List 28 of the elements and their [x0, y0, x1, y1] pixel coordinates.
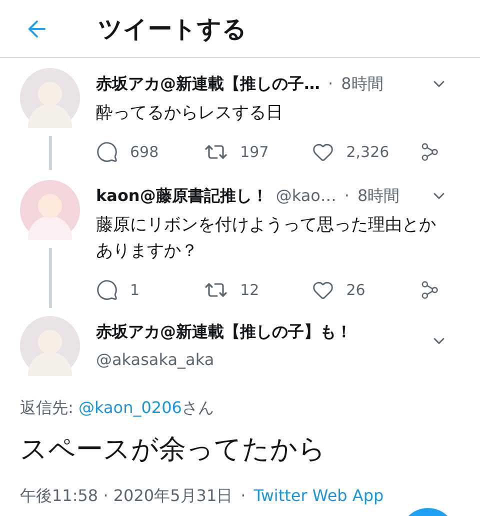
like-count: 26	[346, 280, 366, 301]
reply-count: 1	[130, 280, 140, 301]
share-icon[interactable]	[420, 280, 440, 300]
reply-icon[interactable]	[96, 141, 118, 163]
tweet-text: 藤原にリボンを付けようって思った理由とかありますか？	[96, 214, 437, 263]
retweet-count: 12	[240, 280, 260, 301]
tweet-time: 8時間	[358, 185, 400, 207]
separator-dot: ·	[240, 485, 246, 507]
page-title: ツイートする	[98, 14, 247, 44]
heart-icon[interactable]	[312, 141, 334, 163]
tweet-timestamp: 午後11:58 · 2020年5月31日	[20, 485, 233, 507]
reply-count: 698	[130, 142, 159, 163]
reply-icon[interactable]	[96, 279, 118, 301]
heart-icon[interactable]	[312, 279, 334, 301]
retweet-count: 197	[240, 142, 269, 163]
separator-dot: ·	[344, 185, 350, 207]
user-name[interactable]: 赤坂アカ@新連載【推しの子…	[96, 72, 320, 96]
user-name[interactable]: 赤坂アカ@新連載【推しの子】も！	[96, 320, 430, 344]
user-name[interactable]: kaon@藤原書記推し！	[96, 184, 268, 208]
like-count: 2,326	[346, 142, 390, 163]
user-handle: @kao…	[276, 185, 336, 207]
tweet-time: 8時間	[341, 73, 384, 95]
reply-to-text: 返信先: @kaon_0206さん	[19, 397, 215, 419]
user-handle: @akasaka_aka	[96, 349, 216, 371]
tweet-text: スペースが余ってたから	[19, 433, 327, 467]
share-icon[interactable]	[420, 142, 440, 162]
separator-dot: ·	[328, 73, 334, 95]
tweet-text: 酔ってるからレスする日	[96, 102, 284, 125]
